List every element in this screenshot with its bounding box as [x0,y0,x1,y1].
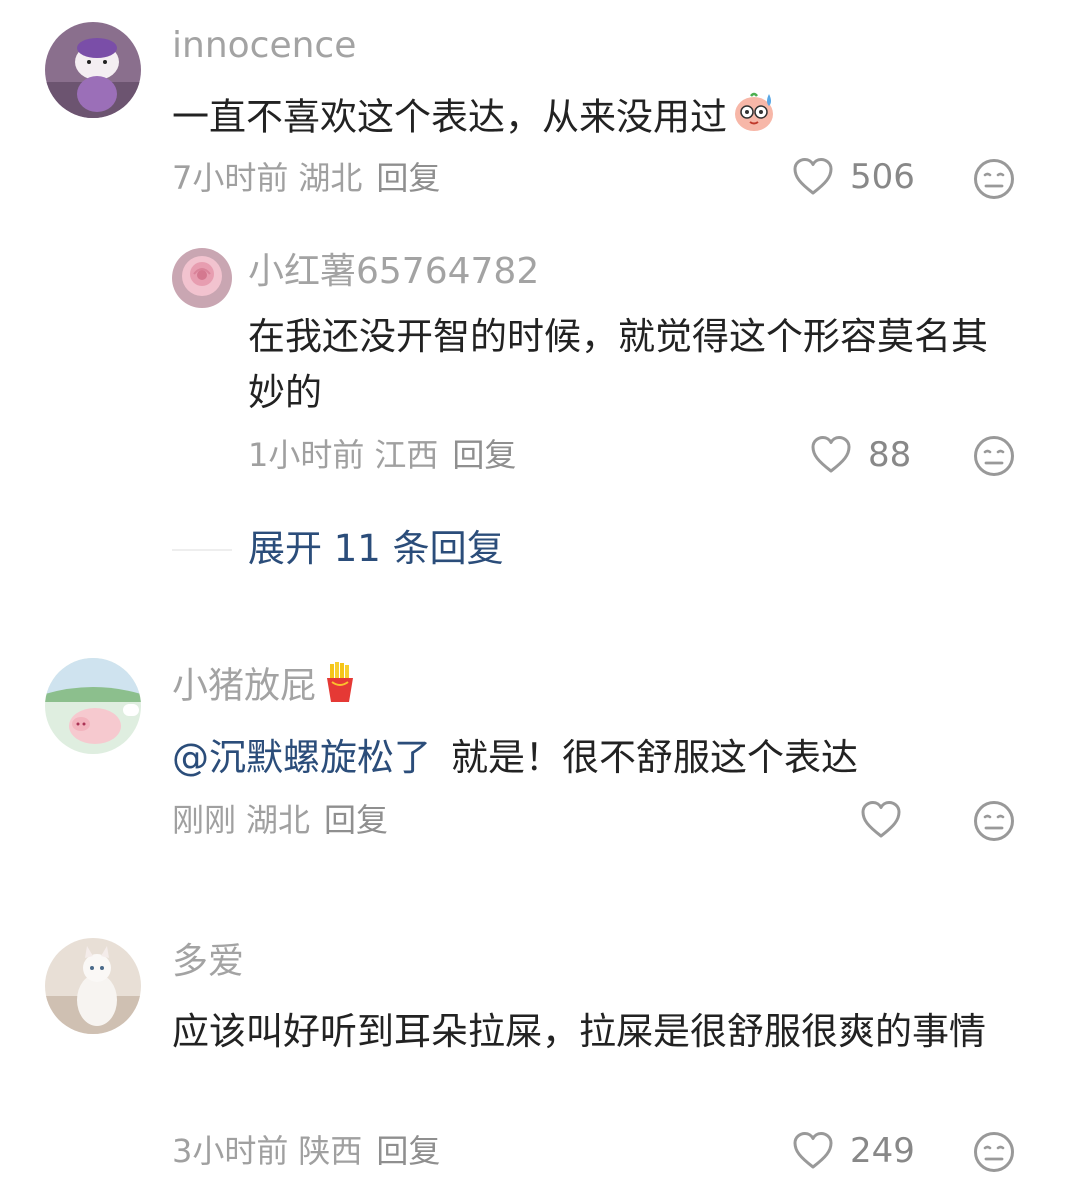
avatar[interactable] [45,658,141,754]
reply-button[interactable]: 回复 [376,1132,440,1170]
reply-text: 在我还没开智的时候，就觉得这个形容莫名其妙的 [248,315,988,414]
heart-outline-icon [810,435,852,475]
location: 陕西 [298,1132,363,1170]
mention-link[interactable]: @沉默螺旋松了 [172,736,431,779]
meh-face-icon [973,158,1015,200]
dislike-button[interactable] [973,435,1015,477]
avatar[interactable] [45,22,141,118]
like-count: 506 [850,157,915,197]
reply-button[interactable]: 回复 [376,159,440,197]
comment-meta: 7小时前 湖北 回复 [172,158,440,198]
meh-face-icon [973,800,1015,842]
username[interactable]: 小红薯65764782 [248,250,539,294]
timestamp: 刚刚 [172,801,237,839]
location: 湖北 [246,801,311,839]
reply-button[interactable]: 回复 [452,436,516,474]
location: 江西 [374,436,439,474]
expand-replies-button[interactable]: 展开 11 条回复 [248,527,504,571]
comment-text: 一直不喜欢这个表达，从来没用过 [172,88,1012,150]
like-button[interactable] [860,800,902,840]
comment-meta: 3小时前 陕西 回复 [172,1131,440,1171]
location: 湖北 [298,159,363,197]
avatar[interactable] [45,938,141,1034]
fries-emoji [320,660,360,715]
avatar[interactable] [172,248,232,308]
comment-text: @沉默螺旋松了 就是！很不舒服这个表达 [172,730,1012,786]
timestamp: 7小时前 [172,159,289,197]
comment-meta: 刚刚 湖北 回复 [172,800,388,840]
meh-face-icon [973,1131,1015,1173]
username[interactable]: 多爱 [172,940,244,984]
username[interactable]: 小猪放屁 [172,660,360,715]
like-button[interactable]: 249 [792,1131,915,1171]
comment-text: 应该叫好听到耳朵拉屎，拉屎是很舒服很爽的事情 [172,1010,986,1053]
heart-outline-icon [792,157,834,197]
dislike-button[interactable] [973,158,1015,200]
divider [172,549,232,551]
timestamp: 3小时前 [172,1132,289,1170]
like-count: 249 [850,1131,915,1171]
meh-face-icon [973,435,1015,477]
timestamp: 1小时前 [248,436,365,474]
like-button[interactable]: 88 [810,435,911,475]
dislike-button[interactable] [973,800,1015,842]
comment-text-content: 就是！很不舒服这个表达 [451,736,858,779]
dislike-button[interactable] [973,1131,1015,1173]
like-button[interactable]: 506 [792,157,915,197]
reply-button[interactable]: 回复 [324,801,388,839]
heart-outline-icon [860,800,902,840]
sweat-face-emoji [731,88,777,150]
comment-text-content: 一直不喜欢这个表达，从来没用过 [172,95,727,139]
reply-meta: 1小时前 江西 回复 [248,435,516,475]
username-text: 小猪放屁 [172,665,317,707]
heart-outline-icon [792,1131,834,1171]
username[interactable]: innocence [172,24,356,68]
like-count: 88 [868,435,912,475]
